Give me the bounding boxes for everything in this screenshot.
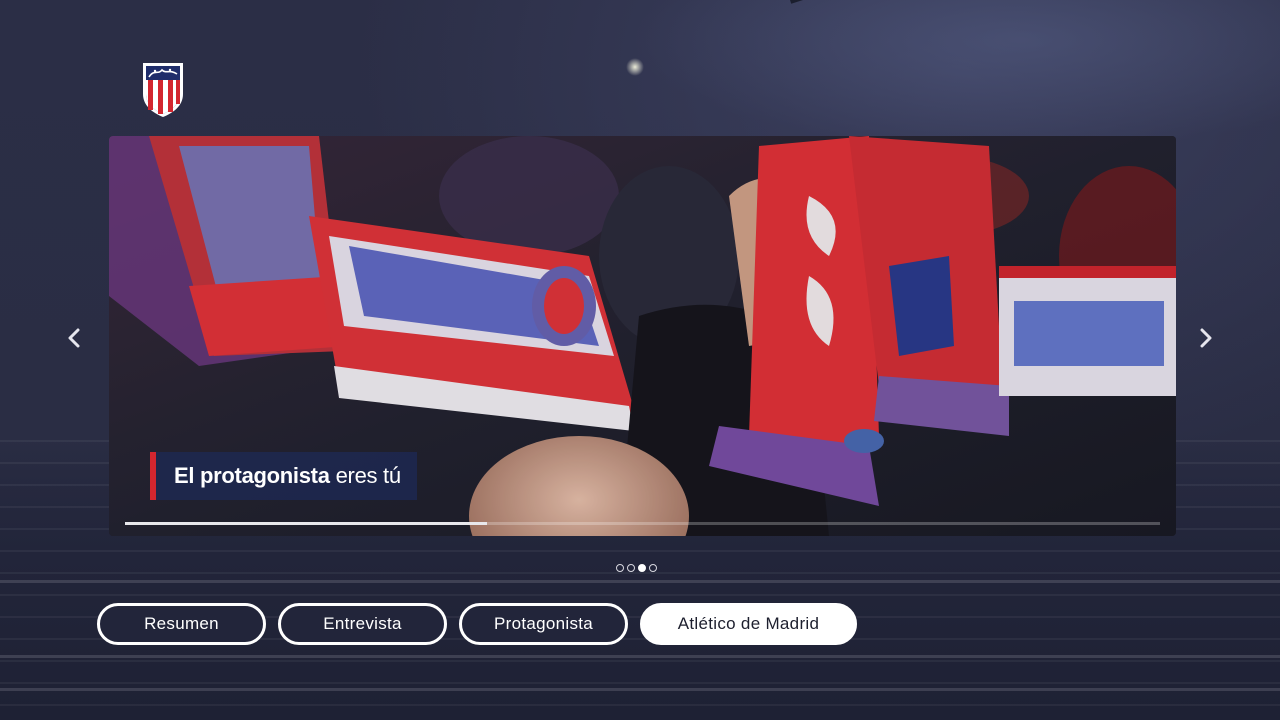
caption-bold-text: El protagonista	[174, 463, 330, 488]
tab-label: Resumen	[144, 614, 219, 633]
next-slide-button[interactable]	[1194, 326, 1218, 350]
caption-text: eres tú	[335, 463, 401, 488]
tab-atletico-de-madrid[interactable]: Atlético de Madrid	[640, 603, 857, 645]
chevron-left-icon	[68, 328, 80, 348]
tab-label: Atlético de Madrid	[677, 614, 820, 633]
tab-label: Entrevista	[323, 614, 402, 633]
background-rail	[0, 655, 1280, 658]
background-rail	[0, 580, 1280, 583]
tab-resumen[interactable]: Resumen	[97, 603, 266, 645]
carousel-slide[interactable]: El protagonista eres tú	[109, 136, 1176, 536]
tab-label: Protagonista	[493, 614, 594, 633]
slide-progress-bar	[125, 522, 1160, 525]
atletico-madrid-crest-icon	[140, 60, 186, 118]
previous-slide-button[interactable]	[62, 326, 86, 350]
pagination-dot[interactable]	[616, 564, 624, 572]
slide-caption: El protagonista eres tú	[150, 452, 417, 500]
carousel-pagination	[616, 564, 657, 572]
slide-progress-fill	[125, 522, 488, 525]
pagination-dot[interactable]	[649, 564, 657, 572]
pagination-dot[interactable]	[627, 564, 635, 572]
background-floodlight	[626, 58, 644, 76]
tab-entrevista[interactable]: Entrevista	[278, 603, 447, 645]
pagination-dot[interactable]	[638, 564, 646, 572]
stage: El protagonista eres tú Resumen Entrevis…	[0, 0, 1280, 720]
tab-protagonista[interactable]: Protagonista	[459, 603, 628, 645]
tab-bar: Resumen Entrevista Protagonista Atlético…	[97, 603, 857, 645]
chevron-right-icon	[1200, 328, 1212, 348]
background-rail	[0, 688, 1280, 691]
